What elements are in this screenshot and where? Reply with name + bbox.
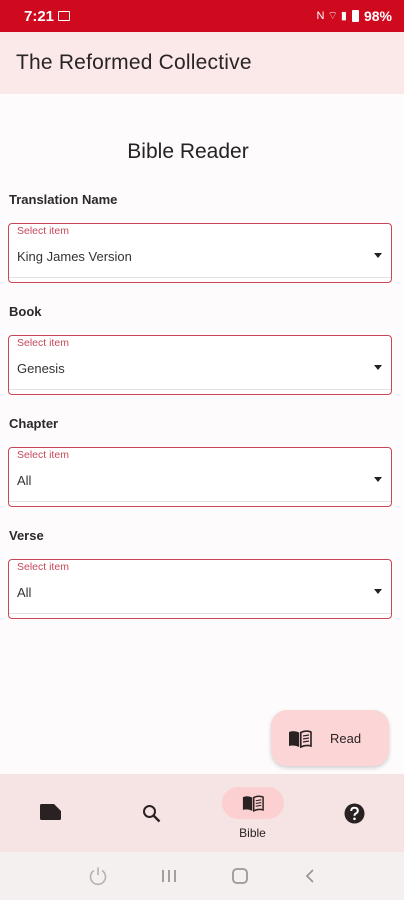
bible-icon	[242, 795, 264, 817]
app-title: The Reformed Collective	[16, 51, 252, 74]
dropdown-hint: Select item	[17, 337, 69, 349]
status-time: 7:21	[24, 8, 55, 25]
nav-item-search[interactable]	[101, 774, 202, 852]
dropdown-value: Genesis	[17, 361, 65, 376]
dropdown-value: All	[17, 585, 32, 600]
battery-level: 98%	[363, 8, 392, 24]
home-icon[interactable]	[230, 866, 250, 891]
dropdown-underline	[9, 501, 391, 502]
gallery-notification-icon	[58, 11, 70, 21]
dropdown-hint: Select item	[17, 561, 69, 573]
nav-label-bible: Bible	[239, 826, 266, 840]
verse-label: Verse	[9, 528, 44, 543]
dropdown-arrow-icon	[374, 365, 382, 370]
status-indicators: N ⌔ ▮ 98%	[317, 8, 392, 24]
chapter-dropdown[interactable]: Select item All	[8, 447, 392, 507]
dropdown-underline	[9, 613, 391, 614]
system-navigation-bar	[0, 852, 404, 900]
chapter-label: Chapter	[9, 416, 59, 431]
dropdown-arrow-icon	[374, 477, 382, 482]
battery-icon	[351, 10, 359, 22]
dropdown-hint: Select item	[17, 225, 69, 237]
translation-label: Translation Name	[9, 192, 118, 207]
book-dropdown[interactable]: Select item Genesis	[8, 335, 392, 395]
signal-icons: N ⌔ ▮	[316, 10, 347, 22]
search-icon	[142, 804, 161, 828]
translation-dropdown[interactable]: Select item King James Version	[8, 223, 392, 283]
dropdown-value: All	[17, 473, 32, 488]
status-bar: 7:21 N ⌔ ▮ 98%	[0, 0, 404, 32]
nav-item-labels[interactable]	[0, 774, 101, 852]
book-icon	[288, 730, 312, 753]
back-icon[interactable]	[302, 866, 318, 891]
book-label: Book	[9, 304, 42, 319]
page-title: Bible Reader	[127, 140, 249, 163]
dropdown-underline	[9, 277, 391, 278]
dropdown-hint: Select item	[17, 449, 69, 461]
read-button[interactable]: Read	[271, 710, 389, 766]
nav-item-help[interactable]	[303, 774, 404, 852]
help-icon	[344, 803, 365, 829]
dropdown-underline	[9, 389, 391, 390]
nav-item-bible[interactable]: Bible	[202, 774, 303, 852]
verse-dropdown[interactable]: Select item All	[8, 559, 392, 619]
dropdown-arrow-icon	[374, 253, 382, 258]
label-icon	[40, 804, 61, 825]
dropdown-arrow-icon	[374, 589, 382, 594]
recent-apps-icon[interactable]	[161, 866, 177, 891]
bottom-navigation: Bible	[0, 774, 404, 852]
app-bar: The Reformed Collective	[0, 32, 404, 94]
power-icon[interactable]	[88, 866, 108, 891]
dropdown-value: King James Version	[17, 249, 132, 264]
read-button-label: Read	[330, 731, 362, 746]
